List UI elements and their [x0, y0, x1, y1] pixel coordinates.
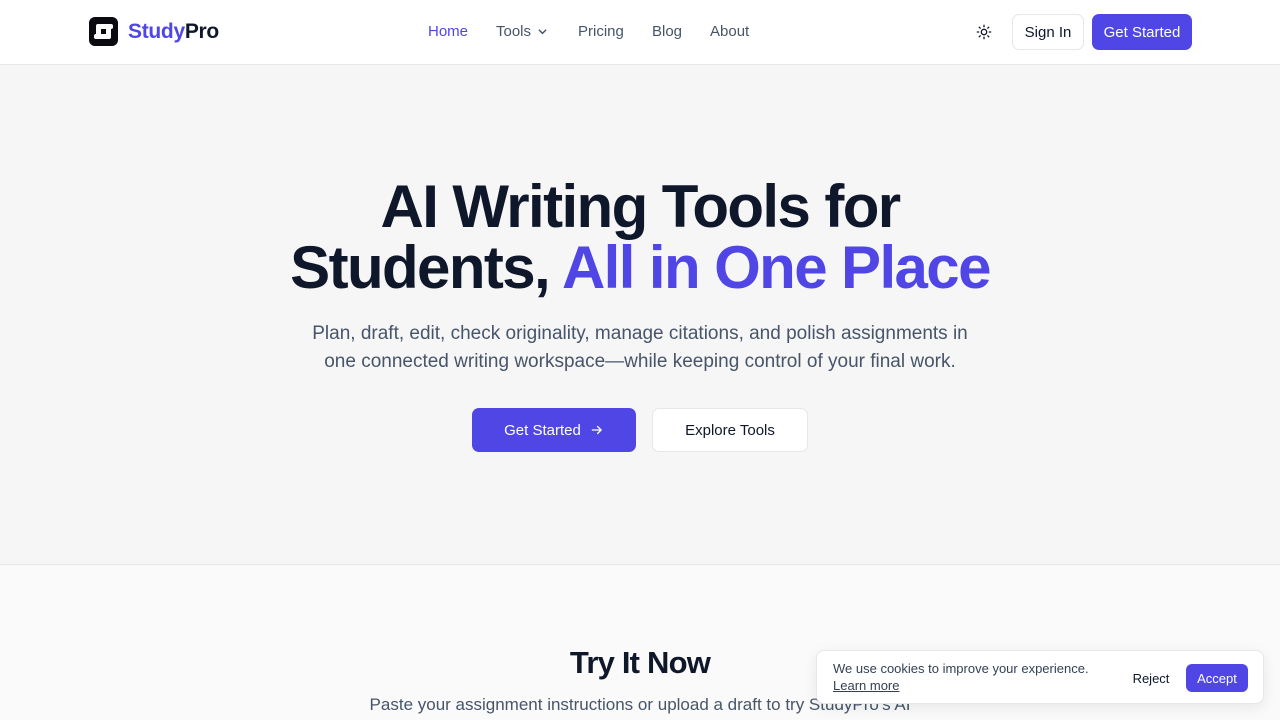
- brand-logo[interactable]: StudyPro: [89, 17, 219, 46]
- explore-tools-label: Explore Tools: [685, 421, 775, 439]
- nav-tools[interactable]: Tools: [496, 23, 548, 40]
- hero-title-line2: Students, All in One Place: [0, 237, 1280, 298]
- sun-icon: [976, 24, 992, 40]
- top-navbar: StudyPro Home Tools Pricing Blog About S…: [0, 0, 1280, 65]
- logo-icon: [89, 17, 118, 46]
- cookie-accept-button[interactable]: Accept: [1186, 664, 1248, 692]
- nav-about-label: About: [710, 23, 750, 40]
- chevron-down-icon: [538, 29, 547, 35]
- brand-name: StudyPro: [128, 20, 219, 44]
- nav-home-label: Home: [428, 23, 469, 40]
- hero-title-line1: AI Writing Tools for: [380, 173, 901, 240]
- cookie-banner: We use cookies to improve your experienc…: [816, 650, 1264, 704]
- nav-home[interactable]: Home: [428, 23, 468, 40]
- nav-tools-label: Tools: [496, 23, 532, 40]
- hero-subtitle-line1: Plan, draft, edit, check originality, ma…: [312, 323, 968, 344]
- hero-title: AI Writing Tools for Students, All in On…: [0, 176, 1280, 298]
- nav-pricing[interactable]: Pricing: [578, 23, 624, 40]
- hero-title-accent: All in One Place: [561, 234, 991, 301]
- hero-title-plain: Students,: [290, 234, 562, 301]
- cookie-accept-label: Accept: [1197, 670, 1237, 686]
- hero-get-started-label: Get Started: [504, 421, 581, 439]
- explore-tools-button[interactable]: Explore Tools: [652, 408, 808, 452]
- nav-blog-label: Blog: [652, 23, 683, 40]
- nav-about[interactable]: About: [710, 23, 749, 40]
- cookie-learn-more-link[interactable]: Learn more: [833, 678, 899, 693]
- hero-get-started-button[interactable]: Get Started: [472, 408, 636, 452]
- arrow-right-icon: [591, 425, 602, 435]
- sign-in-label: Sign In: [1024, 23, 1072, 41]
- theme-toggle-button[interactable]: [972, 20, 996, 44]
- nav-pricing-label: Pricing: [578, 23, 624, 40]
- brand-name-part2: Pro: [184, 19, 219, 43]
- header-get-started-button[interactable]: Get Started: [1092, 14, 1192, 50]
- header-get-started-label: Get Started: [1103, 23, 1181, 41]
- sign-in-button[interactable]: Sign In: [1012, 14, 1084, 50]
- cookie-reject-button[interactable]: Reject: [1125, 664, 1177, 692]
- nav-blog[interactable]: Blog: [652, 23, 682, 40]
- hero-subtitle-line2: one connected writing workspace—while ke…: [324, 351, 956, 372]
- cookie-reject-label: Reject: [1132, 670, 1170, 686]
- brand-name-part1: Study: [128, 19, 185, 43]
- cookie-message: We use cookies to improve your experienc…: [833, 661, 1089, 676]
- hero-subtitle: Plan, draft, edit, check originality, ma…: [290, 320, 990, 376]
